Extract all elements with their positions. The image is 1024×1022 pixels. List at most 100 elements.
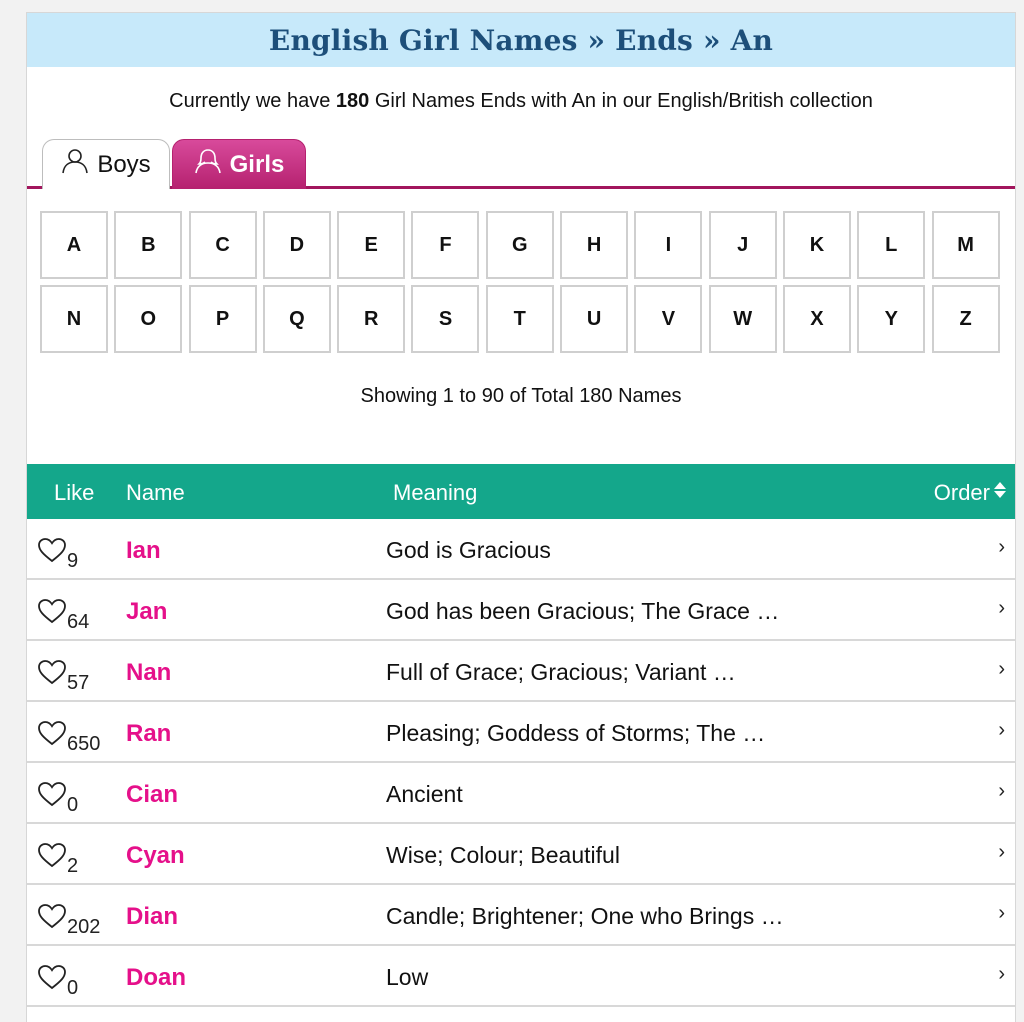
letter-button-y[interactable]: Y xyxy=(857,285,926,353)
showing-count: Showing 1 to 90 of Total 180 Names xyxy=(360,385,682,407)
table-row[interactable]: 2 Cyan Wise; Colour; Beautiful › xyxy=(27,824,1015,885)
chevron-right-icon[interactable]: › xyxy=(998,719,1005,742)
name-link[interactable]: Cian xyxy=(126,781,178,809)
name-meaning: God has been Gracious; The Grace … xyxy=(386,598,780,624)
heart-icon xyxy=(37,903,67,935)
like-count: 650 xyxy=(67,733,101,755)
like-button[interactable]: 57 xyxy=(37,659,89,694)
name-link[interactable]: Nan xyxy=(126,659,171,687)
heart-icon xyxy=(37,598,67,630)
heart-icon xyxy=(37,537,67,569)
column-header-name: Name xyxy=(126,480,185,505)
letter-button-q[interactable]: Q xyxy=(262,285,331,353)
table-row[interactable]: 57 Nan Full of Grace; Gracious; Variant … › xyxy=(27,641,1015,702)
summary-suffix: Girl Names Ends with An in our English/B… xyxy=(374,90,873,112)
gender-tabs: Boys Girls xyxy=(27,139,1015,189)
column-header-like: Like xyxy=(54,480,95,505)
like-button[interactable]: 0 xyxy=(37,781,78,816)
heart-icon xyxy=(37,781,67,813)
name-meaning: Wise; Colour; Beautiful xyxy=(386,842,620,868)
name-meaning: Candle; Brightener; One who Brings … xyxy=(386,903,784,929)
chevron-right-icon[interactable]: › xyxy=(998,658,1005,681)
tab-girls[interactable]: Girls xyxy=(172,139,306,189)
letter-button-i[interactable]: I xyxy=(634,211,703,279)
name-meaning: God is Gracious xyxy=(386,537,551,563)
table-row[interactable]: 64 Jan God has been Gracious; The Grace … › xyxy=(27,580,1015,641)
name-link[interactable]: Cyan xyxy=(126,842,185,870)
like-count: 0 xyxy=(67,794,79,816)
chevron-right-icon[interactable]: › xyxy=(998,597,1005,620)
like-button[interactable]: 2 xyxy=(37,842,78,877)
like-count: 57 xyxy=(67,672,90,694)
letter-button-m[interactable]: M xyxy=(931,211,1000,279)
like-count: 202 xyxy=(67,916,101,938)
table-row[interactable]: 650 Ran Pleasing; Goddess of Storms; The …… xyxy=(27,702,1015,763)
letter-button-z[interactable]: Z xyxy=(931,285,1000,353)
heart-icon xyxy=(37,720,67,752)
name-link[interactable]: Ian xyxy=(126,537,161,565)
like-count: 64 xyxy=(67,611,90,633)
name-meaning: Ancient xyxy=(386,781,463,807)
letter-button-k[interactable]: K xyxy=(782,211,851,279)
column-header-meaning: Meaning xyxy=(393,480,478,505)
chevron-right-icon[interactable]: › xyxy=(998,780,1005,803)
name-link[interactable]: Doan xyxy=(126,964,186,992)
name-meaning: Pleasing; Goddess of Storms; The … xyxy=(386,720,766,746)
heart-icon xyxy=(37,659,67,691)
letter-button-d[interactable]: D xyxy=(262,211,331,279)
letter-button-g[interactable]: G xyxy=(485,211,554,279)
letter-button-t[interactable]: T xyxy=(485,285,554,353)
page-title: English Girl Names » Ends » An xyxy=(268,23,774,57)
letter-button-j[interactable]: J xyxy=(708,211,777,279)
table-row[interactable]: 9 Ian God is Gracious › xyxy=(27,519,1015,580)
letter-button-p[interactable]: P xyxy=(188,285,257,353)
table-header: Like Name Meaning Order xyxy=(27,464,1015,519)
like-count: 0 xyxy=(67,977,79,999)
chevron-right-icon[interactable]: › xyxy=(998,841,1005,864)
letter-button-n[interactable]: N xyxy=(40,285,108,353)
table-row[interactable]: 202 Dian Candle; Brightener; One who Bring… xyxy=(27,885,1015,946)
letter-button-e[interactable]: E xyxy=(337,211,406,279)
table-row[interactable]: 0 Cian Ancient › xyxy=(27,763,1015,824)
tab-boys[interactable]: Boys xyxy=(42,139,170,189)
heart-icon xyxy=(37,964,67,996)
chevron-right-icon[interactable]: › xyxy=(998,902,1005,925)
like-button[interactable]: 64 xyxy=(37,598,89,633)
letter-button-s[interactable]: S xyxy=(411,285,480,353)
alphabet-filter: ABCDEFGHIJKLM NOPQRSTUVWXYZ xyxy=(40,211,1000,353)
like-button[interactable]: 9 xyxy=(37,537,78,572)
letter-button-b[interactable]: B xyxy=(114,211,183,279)
like-button[interactable]: 202 xyxy=(37,903,100,938)
page-title-bar: English Girl Names » Ends » An xyxy=(27,13,1015,67)
letter-button-w[interactable]: W xyxy=(708,285,777,353)
letter-button-f[interactable]: F xyxy=(411,211,480,279)
heart-icon xyxy=(37,842,67,874)
letter-button-x[interactable]: X xyxy=(782,285,851,353)
letter-button-u[interactable]: U xyxy=(560,285,629,353)
summary-count: 180 xyxy=(335,90,370,112)
letter-button-v[interactable]: V xyxy=(634,285,703,353)
letter-button-r[interactable]: R xyxy=(337,285,406,353)
name-link[interactable]: Jan xyxy=(126,598,167,626)
name-link[interactable]: Dian xyxy=(126,903,178,931)
chevron-right-icon[interactable]: › xyxy=(998,963,1005,986)
letter-button-o[interactable]: O xyxy=(114,285,183,353)
summary-prefix: Currently we have xyxy=(169,90,331,112)
tab-boys-label: Boys xyxy=(97,150,151,178)
letter-button-h[interactable]: H xyxy=(560,211,629,279)
name-meaning: Low xyxy=(386,964,429,990)
like-count: 2 xyxy=(67,855,79,877)
letter-button-c[interactable]: C xyxy=(188,211,257,279)
like-button[interactable]: 0 xyxy=(37,964,78,999)
order-sort-button[interactable]: Order xyxy=(934,480,1007,506)
like-count: 9 xyxy=(67,550,79,572)
letter-button-a[interactable]: A xyxy=(40,211,108,279)
names-table-body: 9 Ian God is Gracious › 64 Jan God has been Gr… xyxy=(27,519,1015,1007)
letter-button-l[interactable]: L xyxy=(857,211,926,279)
person-female-icon xyxy=(194,148,230,181)
chevron-right-icon[interactable]: › xyxy=(998,536,1005,559)
person-outline-icon xyxy=(61,148,97,181)
like-button[interactable]: 650 xyxy=(37,720,100,755)
table-row[interactable]: 0 Doan Low › xyxy=(27,946,1015,1007)
name-link[interactable]: Ran xyxy=(126,720,171,748)
